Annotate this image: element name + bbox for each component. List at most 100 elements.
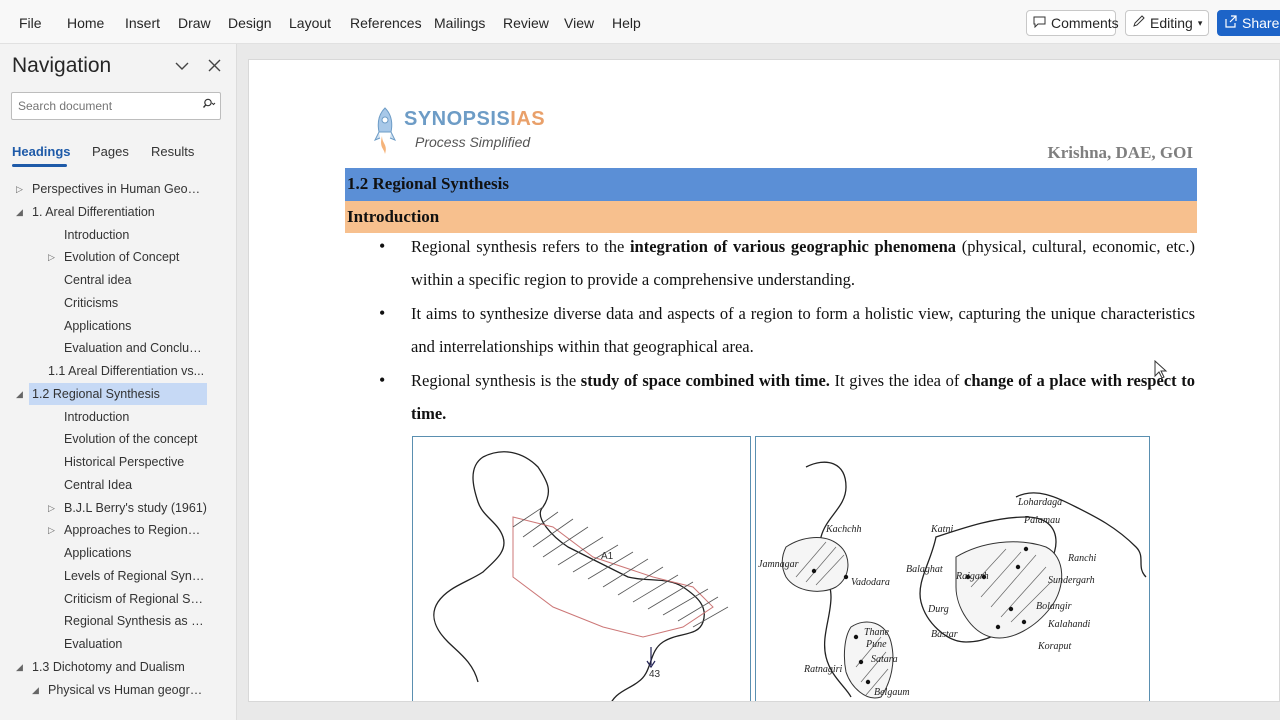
- map-place-label: Thane: [864, 627, 890, 638]
- map-place-label: Balaghat: [906, 564, 943, 575]
- nav-heading-item[interactable]: Applications: [61, 315, 207, 337]
- map-label: A1: [601, 551, 614, 562]
- nav-heading-item[interactable]: Physical vs Human geogra...: [45, 679, 207, 701]
- nav-heading-item[interactable]: Perspectives in Human Geogra...: [29, 178, 207, 200]
- tab-pages[interactable]: Pages: [92, 144, 129, 159]
- map-place-label: Kalahandi: [1047, 619, 1090, 630]
- menu-item-home[interactable]: Home: [67, 15, 104, 31]
- tab-results[interactable]: Results: [151, 144, 194, 159]
- nav-heading-item[interactable]: B.J.L Berry's study (1961): [61, 497, 207, 519]
- nav-heading-item[interactable]: Introduction: [61, 406, 207, 428]
- nav-heading-item[interactable]: Regional Synthesis as th...: [61, 610, 207, 632]
- bullet-point: Regional synthesis refers to the integra…: [379, 230, 1195, 296]
- section-heading-band: 1.2 Regional Synthesis: [345, 168, 1197, 201]
- nav-heading-item[interactable]: Applications: [61, 542, 207, 564]
- logo-wordmark: SYNOPSISIAS: [404, 108, 545, 131]
- nav-heading-item[interactable]: Introduction: [61, 224, 207, 246]
- chevron-down-icon: ▾: [1197, 17, 1203, 28]
- section-heading: 1.2 Regional Synthesis: [347, 174, 509, 193]
- collapsed-triangle-icon[interactable]: ▷: [48, 497, 55, 519]
- text-run: Regional synthesis refers to the: [411, 237, 630, 256]
- comments-label: Comments: [1051, 15, 1119, 31]
- document-page[interactable]: SYNOPSISIAS Process Simplified Krishna, …: [248, 59, 1280, 702]
- menu-item-references[interactable]: References: [350, 15, 422, 31]
- comments-button[interactable]: Comments: [1026, 10, 1119, 36]
- menu-item-mailings[interactable]: Mailings: [434, 15, 485, 31]
- text-run: It aims to synthesize diverse data and a…: [411, 304, 1195, 356]
- nav-heading-item[interactable]: Historical Perspective: [61, 451, 207, 473]
- search-document-box[interactable]: [11, 92, 221, 120]
- logo-tagline: Process Simplified: [415, 134, 531, 150]
- map-image-right: Kachchh Jamnagar Vadodara Katni Balaghat Raig…: [755, 436, 1150, 701]
- tab-headings[interactable]: Headings: [12, 144, 71, 159]
- nav-heading-item[interactable]: 1.1 Areal Differentiation vs...: [45, 360, 207, 382]
- menu-item-review[interactable]: Review: [503, 15, 549, 31]
- map-place-label: Pune: [865, 639, 887, 650]
- expanded-triangle-icon[interactable]: ◢: [32, 679, 39, 701]
- nav-heading-item[interactable]: Evolution of Concept: [61, 246, 207, 268]
- expanded-triangle-icon[interactable]: ◢: [16, 656, 23, 678]
- menu-item-design[interactable]: Design: [228, 15, 272, 31]
- nav-heading-item[interactable]: Evaluation: [61, 633, 207, 655]
- search-icon[interactable]: [202, 98, 216, 113]
- editing-mode-button[interactable]: Editing ▾: [1125, 10, 1209, 36]
- map-place-label: Bolangir: [1036, 601, 1072, 612]
- nav-heading-item[interactable]: Approaches to Regional...: [61, 519, 207, 541]
- nav-heading-item[interactable]: Criticisms: [61, 292, 207, 314]
- author-credit: Krishna, DAE, GOI: [1047, 143, 1193, 162]
- bullet-point: It aims to synthesize diverse data and a…: [379, 297, 1195, 363]
- collapsed-triangle-icon[interactable]: ▷: [48, 519, 55, 541]
- nav-heading-item[interactable]: Criticism of Regional Syn...: [61, 588, 207, 610]
- nav-heading-item[interactable]: 1.3 Dichotomy and Dualism: [29, 656, 207, 678]
- document-canvas: SYNOPSISIAS Process Simplified Krishna, …: [237, 44, 1280, 720]
- map-place-label: Satara: [871, 654, 898, 665]
- pencil-icon: [1132, 15, 1145, 31]
- map-place-label: Ratnagiri: [803, 664, 843, 675]
- expanded-triangle-icon[interactable]: ◢: [16, 201, 23, 223]
- map-place-label: Koraput: [1037, 641, 1072, 652]
- menu-item-layout[interactable]: Layout: [289, 15, 331, 31]
- nav-heading-item[interactable]: 1. Areal Differentiation: [29, 201, 207, 223]
- text-run: It gives the idea of: [829, 371, 965, 390]
- rocket-icon: [373, 107, 397, 154]
- nav-heading-item[interactable]: Evolution of the concept: [61, 428, 207, 450]
- map-image-left: A1 43: [412, 436, 751, 701]
- text-run: Regional synthesis is the: [411, 371, 581, 390]
- india-hatched-map-left: A1 43: [433, 451, 729, 701]
- mouse-cursor-icon: [1154, 360, 1168, 379]
- collapsed-triangle-icon[interactable]: ▷: [16, 178, 23, 200]
- close-icon[interactable]: [207, 58, 222, 78]
- menu-item-insert[interactable]: Insert: [125, 15, 160, 31]
- search-input[interactable]: [12, 93, 182, 119]
- nav-heading-item[interactable]: Evaluation and Conclusion: [61, 337, 207, 359]
- navigation-title: Navigation: [12, 54, 112, 77]
- subsection-heading-band: Introduction: [345, 201, 1197, 233]
- menu-item-help[interactable]: Help: [612, 15, 641, 31]
- map-place-label: Jamnagar: [758, 559, 799, 570]
- menu-item-file[interactable]: File: [19, 15, 42, 31]
- nav-heading-item[interactable]: Central Idea: [61, 474, 207, 496]
- nav-heading-item[interactable]: 1.2 Regional Synthesis: [29, 382, 207, 405]
- menu-item-view[interactable]: View: [564, 15, 594, 31]
- chevron-down-icon[interactable]: [174, 58, 190, 79]
- bold-text-run: integration of various geographic phenom…: [629, 237, 957, 256]
- map-place-label: Durg: [927, 604, 949, 615]
- share-button[interactable]: Share: [1217, 10, 1280, 36]
- nav-heading-item[interactable]: Levels of Regional Synth...: [61, 565, 207, 587]
- nav-heading-item[interactable]: Central idea: [61, 269, 207, 291]
- collapsed-triangle-icon[interactable]: ▷: [48, 246, 55, 268]
- map-place-label: Belgaum: [874, 687, 910, 698]
- comment-icon: [1033, 15, 1046, 31]
- map-place-label: Katni: [930, 524, 953, 535]
- map-place-label: Palamau: [1023, 515, 1060, 526]
- map-place-label: Sundergarh: [1048, 575, 1095, 586]
- bold-text-run: study of space combined with time.: [580, 371, 830, 390]
- map-place-label: Ranchi: [1067, 553, 1097, 564]
- map-place-label: Kachchh: [825, 524, 862, 535]
- india-hatched-map-right: Kachchh Jamnagar Vadodara Katni Balaghat Raig…: [758, 461, 1147, 699]
- logo-main-text: SYNOPSIS: [404, 108, 511, 130]
- expanded-triangle-icon[interactable]: ◢: [16, 383, 23, 405]
- map-place-label: Lohardaga: [1017, 497, 1062, 508]
- menu-item-draw[interactable]: Draw: [178, 15, 211, 31]
- map-place-label: Vadodara: [851, 577, 890, 588]
